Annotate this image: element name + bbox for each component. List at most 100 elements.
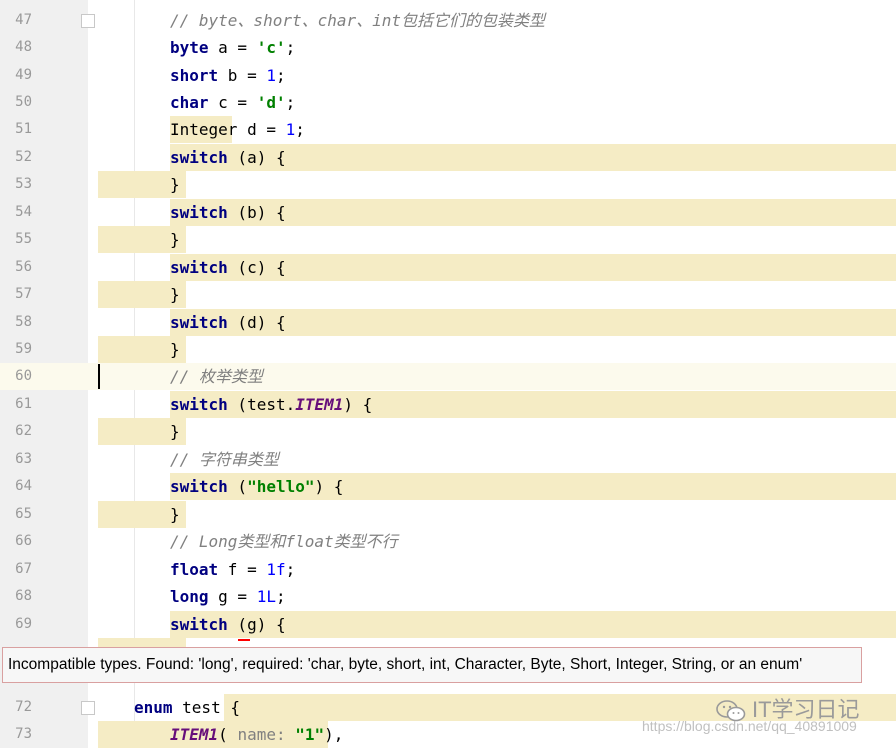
code-text: } bbox=[170, 226, 180, 253]
code-line: 66 // Long类型和float类型不行 bbox=[0, 528, 896, 555]
code-token: (c) { bbox=[227, 258, 286, 277]
enum-constant: ITEM1 bbox=[170, 725, 219, 744]
code-line: 53 } bbox=[0, 171, 896, 199]
code-line-current[interactable]: 60 // 枚举类型 bbox=[0, 363, 896, 391]
code-token: { bbox=[230, 698, 240, 717]
string-literal: "1" bbox=[285, 725, 325, 744]
char-literal: 'c' bbox=[256, 38, 286, 57]
line-number: 61 bbox=[15, 396, 32, 412]
code-token: (g) { bbox=[227, 615, 286, 634]
error-tooltip[interactable]: Incompatible types. Found: 'long', requi… bbox=[2, 647, 862, 683]
code-token: d = bbox=[237, 120, 286, 139]
code-token: b = bbox=[218, 66, 267, 85]
code-text: switch (c) { bbox=[170, 254, 286, 281]
line-number: 66 bbox=[15, 533, 32, 549]
code-token: ) { bbox=[314, 477, 344, 496]
code-text: enum test { bbox=[134, 694, 240, 721]
code-token: ; bbox=[275, 587, 286, 606]
code-text: Integer d = 1; bbox=[170, 116, 305, 143]
code-token: c = bbox=[208, 93, 257, 112]
code-token: test bbox=[172, 698, 231, 717]
current-line-highlight bbox=[0, 363, 896, 391]
code-token: (a) { bbox=[227, 148, 286, 167]
code-text: switch (g) { bbox=[170, 611, 286, 638]
line-number: 73 bbox=[15, 726, 32, 742]
code-line: 68 long g = 1L; bbox=[0, 583, 896, 610]
code-line: 69 switch (g) { bbox=[0, 611, 896, 639]
code-text: // Long类型和float类型不行 bbox=[170, 528, 398, 555]
comment: // Long类型和float类型不行 bbox=[170, 532, 398, 551]
code-text: } bbox=[170, 336, 180, 363]
code-line: 58 switch (d) { bbox=[0, 309, 896, 337]
keyword: switch bbox=[170, 258, 228, 277]
line-number: 56 bbox=[15, 259, 32, 275]
code-line: 56 switch (c) { bbox=[0, 254, 896, 282]
line-number: 60 bbox=[15, 368, 32, 384]
number-literal: 1 bbox=[266, 66, 276, 85]
code-token: } bbox=[170, 285, 180, 304]
line-number: 48 bbox=[15, 39, 32, 55]
line-number: 65 bbox=[15, 506, 32, 522]
line-number: 47 bbox=[15, 12, 32, 28]
code-text: // 字符串类型 bbox=[170, 446, 279, 473]
number-literal: 1L bbox=[256, 587, 276, 606]
string-literal: "hello" bbox=[247, 477, 315, 496]
code-token: ; bbox=[285, 38, 296, 57]
keyword: switch bbox=[170, 203, 228, 222]
line-number: 72 bbox=[15, 699, 32, 715]
line-number: 67 bbox=[15, 561, 32, 577]
code-line: 50 char c = 'd'; bbox=[0, 89, 896, 116]
line-number: 59 bbox=[15, 341, 32, 357]
code-line: 62 } bbox=[0, 418, 896, 446]
code-text: short b = 1; bbox=[170, 62, 286, 89]
code-text: } bbox=[170, 501, 180, 528]
code-text: float f = 1f; bbox=[170, 556, 295, 583]
code-text: } bbox=[170, 418, 180, 445]
code-token: ; bbox=[285, 560, 296, 579]
line-number: 54 bbox=[15, 204, 32, 220]
code-token: ) { bbox=[343, 395, 373, 414]
code-text: switch (d) { bbox=[170, 309, 286, 336]
code-token: } bbox=[170, 422, 180, 441]
keyword: switch bbox=[170, 477, 228, 496]
line-number: 64 bbox=[15, 478, 32, 494]
code-text: } bbox=[170, 171, 180, 198]
code-text: // 枚举类型 bbox=[170, 363, 263, 390]
parameter-hint: name: bbox=[237, 725, 286, 744]
keyword: float bbox=[170, 560, 219, 579]
code-token: g = bbox=[208, 587, 257, 606]
watermark-url: https://blog.csdn.net/qq_40891009 bbox=[642, 718, 857, 734]
line-number: 57 bbox=[15, 286, 32, 302]
code-text: switch (test.ITEM1) { bbox=[170, 391, 372, 418]
code-token: ; bbox=[275, 66, 286, 85]
fold-marker-icon[interactable] bbox=[81, 14, 95, 28]
line-number: 68 bbox=[15, 588, 32, 604]
keyword: switch bbox=[170, 395, 228, 414]
code-text: char c = 'd'; bbox=[170, 89, 295, 116]
keyword: switch bbox=[170, 615, 228, 634]
code-token: } bbox=[170, 175, 180, 194]
code-token: ( bbox=[227, 477, 248, 496]
char-literal: 'd' bbox=[256, 93, 286, 112]
code-token: } bbox=[170, 505, 180, 524]
code-line: 49 short b = 1; bbox=[0, 62, 896, 89]
keyword: enum bbox=[134, 698, 173, 717]
enum-constant: ITEM1 bbox=[295, 395, 344, 414]
code-text: byte a = 'c'; bbox=[170, 34, 295, 61]
code-line: 48 byte a = 'c'; bbox=[0, 34, 896, 61]
line-number: 52 bbox=[15, 149, 32, 165]
keyword: long bbox=[170, 587, 209, 606]
line-number: 53 bbox=[15, 176, 32, 192]
line-number: 58 bbox=[15, 314, 32, 330]
code-token: } bbox=[170, 340, 180, 359]
keyword: char bbox=[170, 93, 209, 112]
error-message: Incompatible types. Found: 'long', requi… bbox=[8, 656, 803, 673]
code-text: switch (a) { bbox=[170, 144, 286, 171]
keyword: short bbox=[170, 66, 219, 85]
code-text: switch ("hello") { bbox=[170, 473, 343, 500]
keyword: byte bbox=[170, 38, 209, 57]
code-token: (b) { bbox=[227, 203, 286, 222]
code-token: } bbox=[170, 230, 180, 249]
code-line: 67 float f = 1f; bbox=[0, 556, 896, 583]
fold-marker-icon[interactable] bbox=[81, 701, 95, 715]
